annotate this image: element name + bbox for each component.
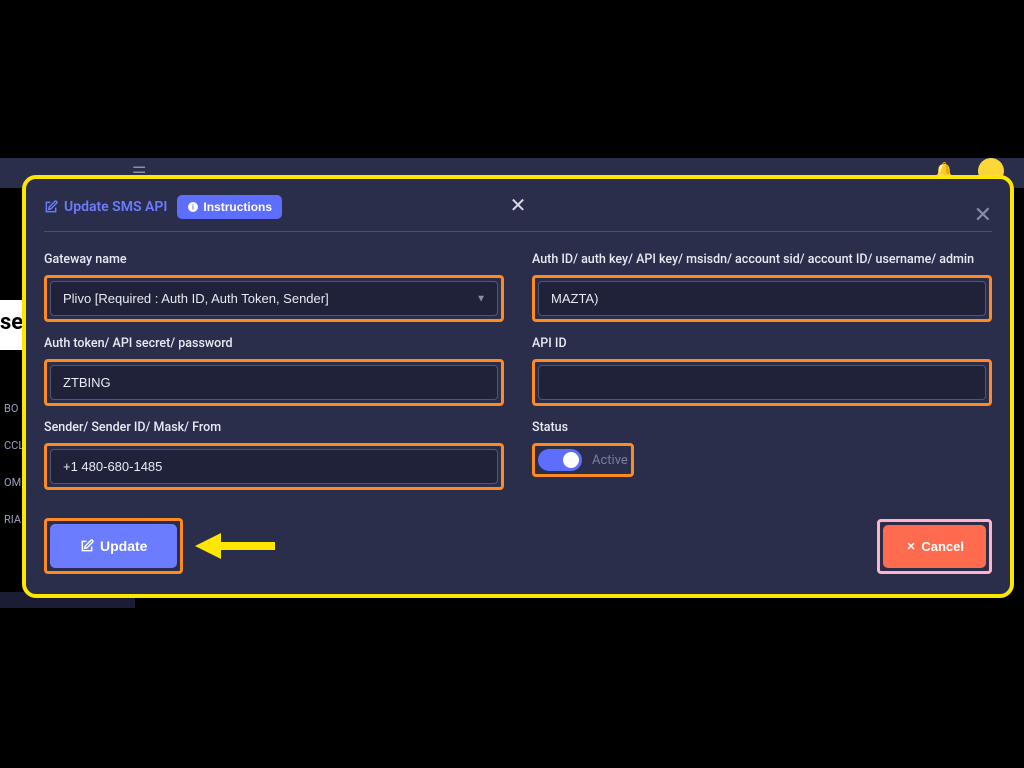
status-field-group: Status Active — [532, 420, 992, 490]
arrow-annotation — [195, 533, 275, 559]
update-button[interactable]: Update — [50, 524, 177, 568]
authid-input[interactable] — [538, 281, 986, 316]
apiid-input[interactable] — [538, 365, 986, 400]
highlight-box — [532, 359, 992, 406]
apiid-field-group: API ID — [532, 336, 992, 406]
highlight-box: Plivo [Required : Auth ID, Auth Token, S… — [44, 275, 504, 322]
status-label: Status — [532, 420, 992, 435]
edit-icon — [80, 539, 94, 553]
svg-text:i: i — [192, 205, 194, 212]
gateway-field-group: Gateway name Plivo [Required : Auth ID, … — [44, 252, 504, 322]
highlight-box: Update — [44, 518, 183, 574]
info-icon: i — [187, 201, 199, 213]
close-icon — [905, 540, 917, 552]
modal-title-text: Update SMS API — [64, 199, 167, 215]
highlight-box: Active — [532, 443, 634, 477]
sender-input[interactable] — [50, 449, 498, 484]
gateway-label: Gateway name — [44, 252, 504, 267]
highlight-box — [44, 443, 504, 490]
modal-footer: Update Cancel — [44, 518, 992, 574]
update-sms-api-modal: Update SMS API i Instructions ✕ ✕ Gatewa… — [22, 175, 1014, 598]
authtoken-label: Auth token/ API secret/ password — [44, 336, 504, 351]
status-toggle[interactable] — [538, 449, 582, 471]
cancel-button[interactable]: Cancel — [883, 525, 986, 568]
authid-field-group: Auth ID/ auth key/ API key/ msisdn/ acco… — [532, 252, 992, 322]
form-grid: Gateway name Plivo [Required : Auth ID, … — [44, 252, 992, 490]
background-fragment: se — [0, 300, 22, 350]
sender-field-group: Sender/ Sender ID/ Mask/ From — [44, 420, 504, 490]
gateway-select[interactable]: Plivo [Required : Auth ID, Auth Token, S… — [50, 281, 498, 316]
instructions-button[interactable]: i Instructions — [177, 195, 282, 219]
sender-label: Sender/ Sender ID/ Mask/ From — [44, 420, 504, 435]
highlight-box — [532, 275, 992, 322]
status-state-text: Active — [592, 453, 628, 468]
highlight-box: Cancel — [877, 519, 992, 574]
authtoken-input[interactable] — [50, 365, 498, 400]
highlight-box — [44, 359, 504, 406]
apiid-label: API ID — [532, 336, 992, 351]
cancel-button-label: Cancel — [921, 539, 964, 554]
modal-header: Update SMS API i Instructions ✕ ✕ — [44, 195, 992, 232]
authid-label: Auth ID/ auth key/ API key/ msisdn/ acco… — [532, 252, 992, 267]
sidebar-fragment: BO CCL OM RIA — [0, 390, 24, 538]
modal-title: Update SMS API — [44, 199, 167, 215]
instructions-label: Instructions — [203, 200, 272, 214]
close-corner-button[interactable]: ✕ — [974, 203, 992, 228]
close-center-button[interactable]: ✕ — [510, 193, 527, 217]
update-button-label: Update — [100, 538, 147, 554]
edit-icon — [44, 200, 58, 214]
authtoken-field-group: Auth token/ API secret/ password — [44, 336, 504, 406]
